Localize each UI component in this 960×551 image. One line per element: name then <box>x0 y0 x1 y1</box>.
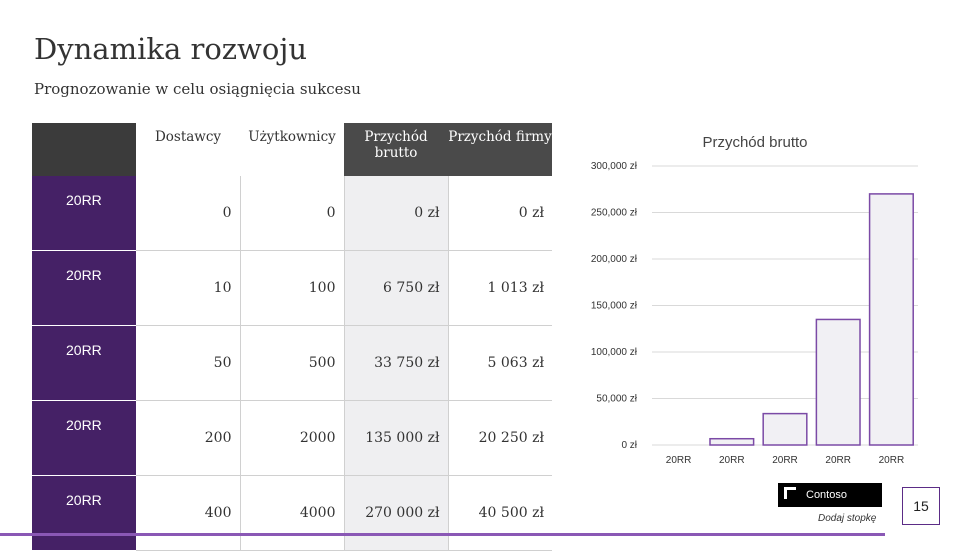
chart-title: Przychód brutto <box>702 134 807 151</box>
table-cell: 40 500 zł <box>448 475 552 551</box>
bar <box>762 412 808 446</box>
table-header-row: Dostawcy Użytkownicy Przychód brutto Prz… <box>32 123 552 176</box>
row-header: 20RR <box>32 400 136 476</box>
contoso-logo: Contoso <box>778 483 882 507</box>
x-tick-label: 20RR <box>666 455 692 466</box>
row-header: 20RR <box>32 325 136 401</box>
y-tick-label: 250,000 zł <box>591 208 638 219</box>
table-cell: 50 <box>136 325 241 401</box>
table-cell: 100 <box>240 250 345 326</box>
table-cell: 0 zł <box>344 176 449 251</box>
table-cell: 10 <box>136 250 241 326</box>
table-row: 20RR 200 2000 135 000 zł 20 250 zł <box>32 400 552 476</box>
table-row: 20RR 0 0 0 zł 0 zł <box>32 176 552 251</box>
table-row: 20RR 50 500 33 750 zł 5 063 zł <box>32 325 552 401</box>
row-header: 20RR <box>32 475 136 551</box>
table-cell: 5 063 zł <box>448 325 552 401</box>
bar <box>815 318 861 446</box>
y-tick-label: 150,000 zł <box>591 301 638 312</box>
table-corner-cell <box>32 123 136 176</box>
column-header: Użytkownicy <box>240 123 344 176</box>
bar <box>709 437 755 446</box>
y-tick-label: 200,000 zł <box>591 254 638 265</box>
bottom-accent-bar <box>0 533 885 536</box>
y-tick-label: 0 zł <box>621 440 637 451</box>
table-cell: 4000 <box>240 475 345 551</box>
table-cell: 500 <box>240 325 345 401</box>
table-cell: 400 <box>136 475 241 551</box>
slide-subtitle: Prognozowanie w celu osiągnięcia sukcesu <box>34 80 361 98</box>
table-cell: 270 000 zł <box>344 475 449 551</box>
y-tick-label: 300,000 zł <box>591 161 638 172</box>
column-header: Dostawcy <box>136 123 240 176</box>
table-cell: 20 250 zł <box>448 400 552 476</box>
bar-chart: Przychód brutto 0 zł 50,000 zł 100,000 zł 1… <box>591 134 918 466</box>
x-tick-label: 20RR <box>825 455 851 466</box>
table-cell: 135 000 zł <box>344 400 449 476</box>
slide-title: Dynamika rozwoju <box>34 32 308 66</box>
table-cell: 33 750 zł <box>344 325 449 401</box>
table-row: 20RR 10 100 6 750 zł 1 013 zł <box>32 250 552 326</box>
table-cell: 1 013 zł <box>448 250 552 326</box>
y-tick-label: 50,000 zł <box>596 394 637 405</box>
x-tick-label: 20RR <box>879 455 905 466</box>
data-table: Dostawcy Użytkownicy Przychód brutto Prz… <box>32 123 552 551</box>
logo-mark-icon <box>784 487 796 499</box>
table-row: 20RR 400 4000 270 000 zł 40 500 zł <box>32 475 552 551</box>
bar <box>868 193 914 446</box>
table-cell: 0 <box>136 176 241 251</box>
x-tick-label: 20RR <box>772 455 798 466</box>
column-header: Przychód brutto <box>344 123 448 176</box>
row-header: 20RR <box>32 176 136 251</box>
table-cell: 2000 <box>240 400 345 476</box>
table-cell: 6 750 zł <box>344 250 449 326</box>
y-tick-label: 100,000 zł <box>591 347 638 358</box>
table-cell: 0 zł <box>448 176 552 251</box>
logo-text: Contoso <box>806 489 847 501</box>
column-header: Przychód firmy <box>448 123 552 176</box>
row-header: 20RR <box>32 250 136 326</box>
table-cell: 0 <box>240 176 345 251</box>
page-number: 15 <box>902 487 940 525</box>
table-cell: 200 <box>136 400 241 476</box>
footer-text: Dodaj stopkę <box>818 513 877 524</box>
x-tick-label: 20RR <box>719 455 745 466</box>
